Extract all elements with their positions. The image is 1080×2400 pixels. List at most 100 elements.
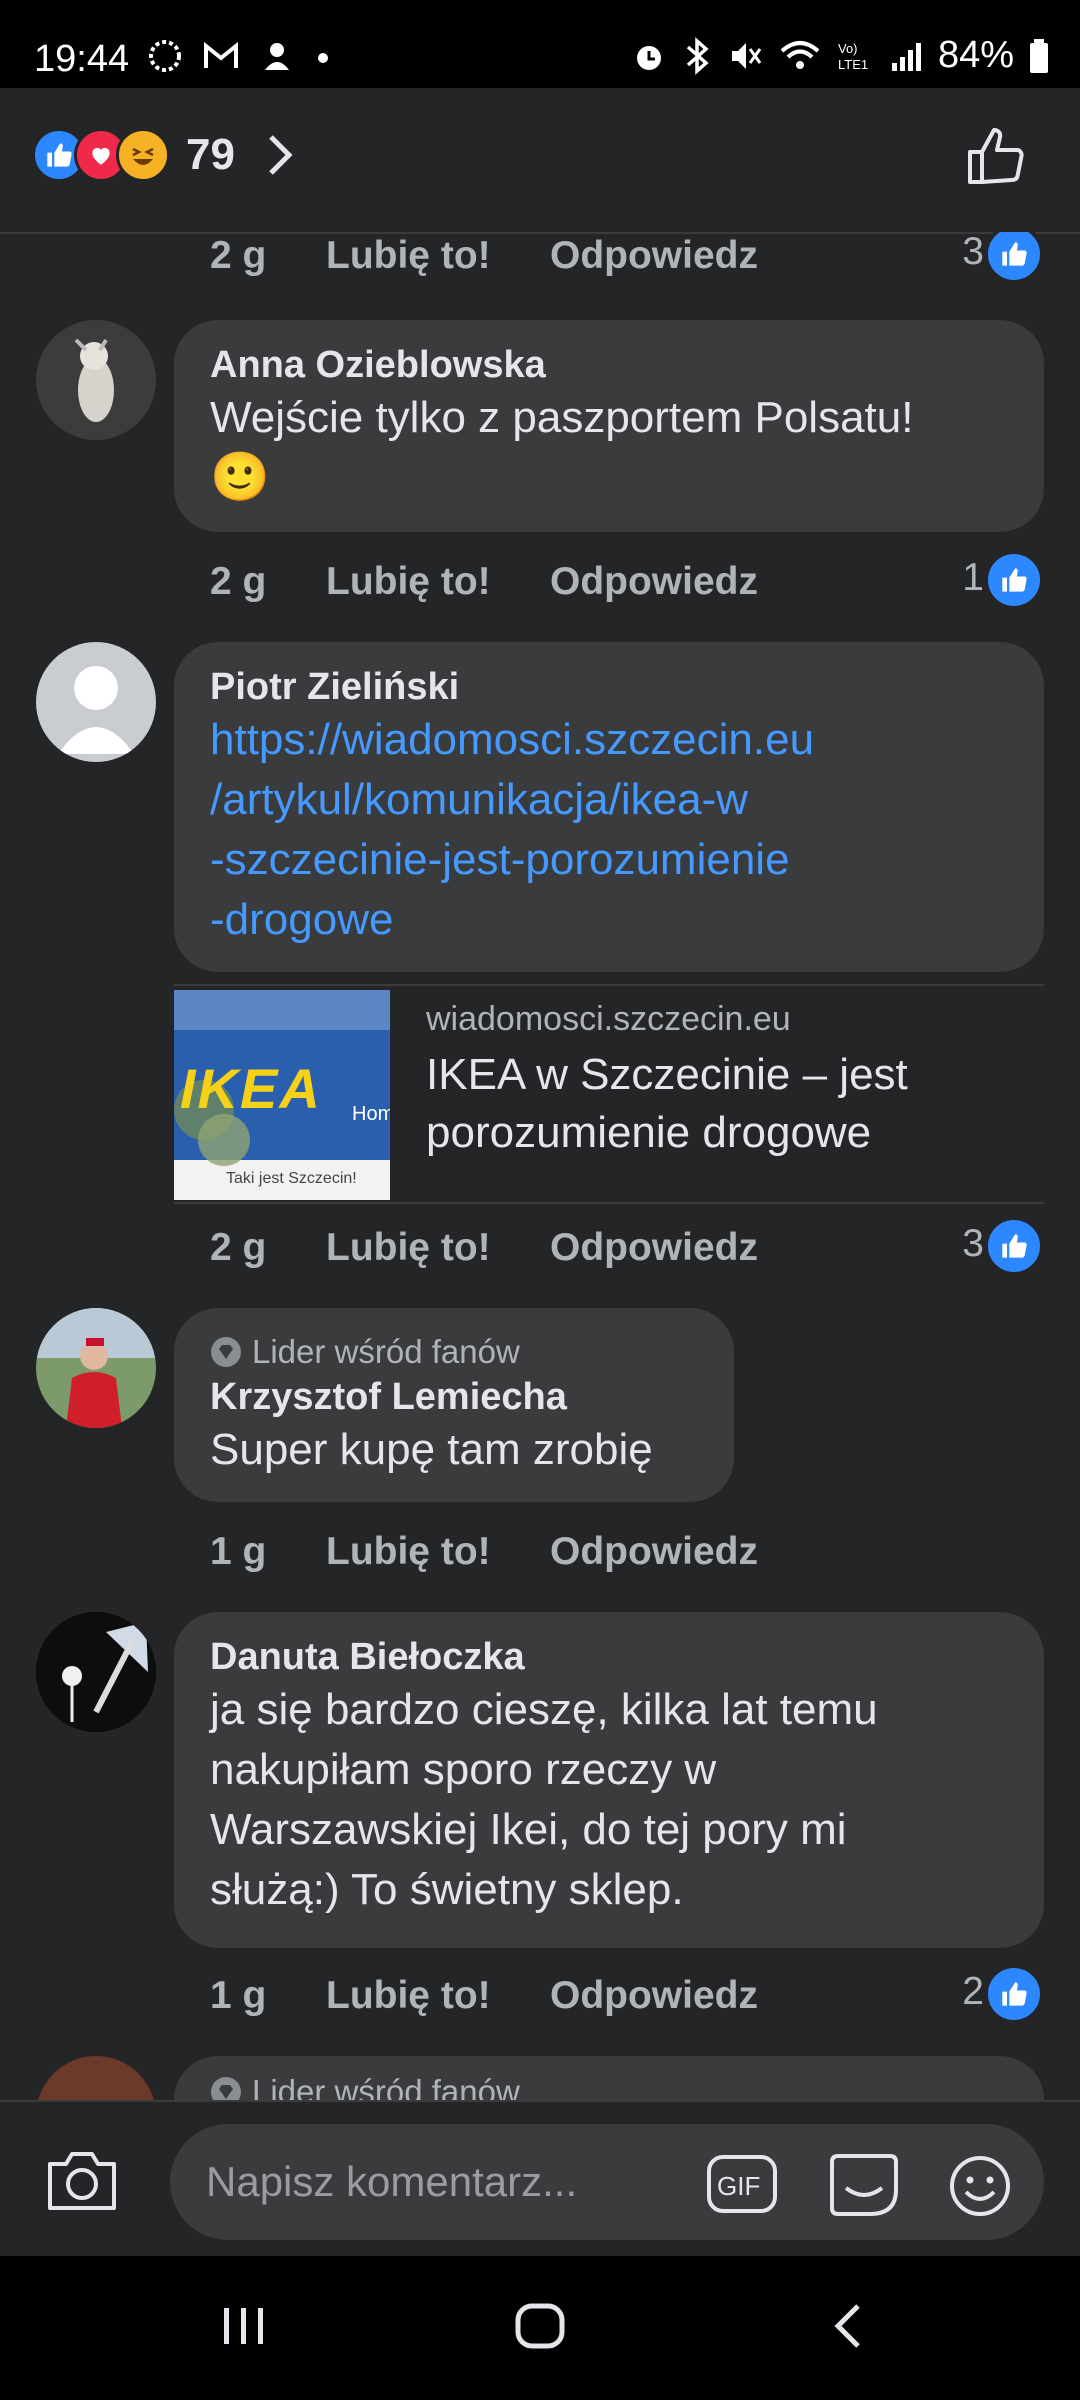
like-count: 1 bbox=[962, 556, 984, 599]
reactions-summary[interactable]: 79 bbox=[32, 128, 295, 182]
signal-icon bbox=[891, 42, 921, 71]
avatar[interactable] bbox=[36, 2056, 156, 2100]
haha-reaction-icon bbox=[116, 128, 170, 182]
top-fan-label: Lider wśród fanów bbox=[252, 1333, 520, 1370]
comments-list[interactable]: 2 g Lubię to! Odpowiedz 3 Anna Ozieblows… bbox=[0, 232, 1080, 2100]
mute-icon bbox=[731, 42, 762, 69]
battery-percent: 84% bbox=[937, 34, 1014, 76]
comment-author[interactable]: Anna Ozieblowska bbox=[210, 342, 1008, 388]
diamond-icon bbox=[211, 2077, 241, 2100]
app-notification-icon bbox=[265, 43, 289, 70]
comment-text: ja się bardzo cieszę, kilka lat temu nak… bbox=[210, 1680, 1008, 1920]
wifi-icon bbox=[780, 40, 820, 69]
comment-input[interactable]: Napisz komentarz... GIF bbox=[170, 2124, 1044, 2240]
link-preview-title[interactable]: IKEA w Szczecinie – jest porozumienie dr… bbox=[426, 1046, 1026, 1162]
like-badge-icon bbox=[984, 1216, 1044, 1276]
gif-icon[interactable]: GIF bbox=[706, 2154, 778, 2214]
comment-actions: 1 g Lubię to! Odpowiedz bbox=[210, 1522, 758, 1582]
top-fan-label: Lider wśród fanów bbox=[252, 2073, 520, 2100]
svg-text:Vo): Vo) bbox=[838, 41, 858, 56]
comment-author[interactable]: Krzysztof Lemiecha bbox=[210, 1374, 698, 1420]
comment-input-placeholder: Napisz komentarz... bbox=[206, 2158, 578, 2205]
link-line[interactable]: https://wiadomosci.szczecin.eu bbox=[210, 715, 814, 764]
comment-bubble: Danuta Biełoczka ja się bardzo cieszę, k… bbox=[174, 1612, 1044, 1948]
status-notification-icons bbox=[145, 36, 333, 76]
like-count: 2 bbox=[962, 1970, 984, 2013]
sticker-icon[interactable] bbox=[826, 2152, 902, 2218]
camera-icon[interactable] bbox=[44, 2148, 120, 2214]
chevron-right-icon bbox=[269, 135, 293, 175]
reactions-header: 79 bbox=[0, 88, 1080, 234]
link-line[interactable]: -drogowe bbox=[210, 895, 393, 944]
comment-text: Super kupę tam zrobię bbox=[210, 1425, 653, 1474]
comment-actions: 2 g Lubię to! Odpowiedz bbox=[210, 232, 758, 286]
comment-bubble: Anna Ozieblowska Wejście tylko z paszpor… bbox=[174, 320, 1044, 532]
comment-composer: Napisz komentarz... GIF bbox=[0, 2100, 1080, 2258]
lte-icon: Vo)LTE1 bbox=[838, 41, 868, 72]
link-preview-domain: wiadomosci.szczecin.eu bbox=[426, 1000, 791, 1038]
comment-time: 2 g bbox=[210, 1226, 267, 1269]
link-preview-thumbnail: Home IKEA Taki jest Szczecin! bbox=[174, 990, 390, 1200]
reply-link[interactable]: Odpowiedz bbox=[550, 1530, 758, 1574]
svg-text:LTE1: LTE1 bbox=[838, 57, 868, 72]
like-badge-icon bbox=[984, 232, 1044, 284]
like-icon[interactable] bbox=[964, 124, 1028, 188]
avatar[interactable] bbox=[36, 1612, 156, 1732]
alarm-icon bbox=[636, 45, 661, 70]
link-preview[interactable]: Home IKEA Taki jest Szczecin! wiadomosci… bbox=[174, 984, 1044, 1204]
top-fan-badge: Lider wśród fanów bbox=[210, 1330, 698, 1374]
like-badge-icon bbox=[984, 1964, 1044, 2024]
avatar[interactable] bbox=[36, 320, 156, 440]
comment-actions: 2 g Lubię to! Odpowiedz bbox=[210, 552, 758, 612]
like-link[interactable]: Lubię to! bbox=[326, 1530, 550, 1574]
comment-actions: 2 g Lubię to! Odpowiedz bbox=[210, 1218, 758, 1278]
dot-icon bbox=[318, 53, 328, 63]
comment-text-line: nakupiłam sporo rzeczy w bbox=[210, 1745, 717, 1794]
status-system-icons: Vo) LTE1 84% bbox=[630, 34, 1050, 77]
thumb-brand-text: IKEA bbox=[180, 1057, 322, 1120]
bluetooth-icon bbox=[686, 36, 709, 75]
comment-time: 1 g bbox=[210, 1974, 267, 2017]
comment-bubble: Piotr Zieliński https://wiadomosci.szcze… bbox=[174, 642, 1044, 972]
reply-link[interactable]: Odpowiedz bbox=[550, 234, 758, 278]
like-link[interactable]: Lubię to! bbox=[326, 234, 550, 278]
comment-bubble: Lider wśród fanów Krzysztof Lemiecha Sup… bbox=[174, 1308, 734, 1502]
emoji-icon[interactable] bbox=[948, 2154, 1012, 2218]
gmail-icon bbox=[204, 41, 238, 68]
comment-text-line: ja się bardzo cieszę, kilka lat temu bbox=[210, 1685, 878, 1734]
reply-link[interactable]: Odpowiedz bbox=[550, 560, 758, 604]
like-link[interactable]: Lubię to! bbox=[326, 1974, 550, 2018]
default-avatar-icon[interactable] bbox=[36, 642, 156, 762]
like-link[interactable]: Lubię to! bbox=[326, 560, 550, 604]
recent-apps-icon[interactable] bbox=[214, 2296, 274, 2356]
thumb-caption: Taki jest Szczecin! bbox=[226, 1170, 357, 1187]
comment-text: Wejście tylko z paszportem Polsatu! 🙂 bbox=[210, 388, 1008, 509]
smile-emoji-icon: 🙂 bbox=[210, 451, 270, 504]
comment-actions: 1 g Lubię to! Odpowiedz bbox=[210, 1966, 758, 2026]
comment-link[interactable]: https://wiadomosci.szczecin.eu /artykul/… bbox=[210, 710, 1008, 950]
like-link[interactable]: Lubię to! bbox=[326, 1226, 550, 1270]
link-line[interactable]: /artykul/komunikacja/ikea-w bbox=[210, 775, 748, 824]
comment-text-line: służą:) To świetny sklep. bbox=[210, 1865, 684, 1914]
comment-author[interactable]: Danuta Biełoczka bbox=[210, 1634, 1008, 1680]
link-line[interactable]: -szczecinie-jest-porozumienie bbox=[210, 835, 790, 884]
comment-time: 1 g bbox=[210, 1530, 267, 1573]
comment-text-content: Wejście tylko z paszportem Polsatu! bbox=[210, 393, 914, 442]
system-navigation-bar bbox=[0, 2256, 1080, 2400]
reaction-count: 79 bbox=[186, 130, 235, 179]
home-icon[interactable] bbox=[510, 2296, 570, 2356]
comment-bubble: Lider wśród fanów bbox=[174, 2056, 1044, 2100]
like-badge-icon bbox=[984, 550, 1044, 610]
sync-icon bbox=[149, 40, 181, 72]
back-icon[interactable] bbox=[820, 2296, 880, 2356]
svg-text:Home: Home bbox=[352, 1103, 390, 1125]
comment-author[interactable]: Piotr Zieliński bbox=[210, 664, 1008, 710]
comment-text-line: Warszawskiej Ikei, do tej pory mi bbox=[210, 1805, 847, 1854]
avatar[interactable] bbox=[36, 1308, 156, 1428]
status-bar: 19:44 Vo) LTE1 84% bbox=[0, 0, 1080, 88]
battery-icon bbox=[1030, 38, 1048, 73]
status-time: 19:44 bbox=[34, 38, 130, 80]
reply-link[interactable]: Odpowiedz bbox=[550, 1974, 758, 2018]
diamond-icon bbox=[211, 1337, 241, 1367]
reply-link[interactable]: Odpowiedz bbox=[550, 1226, 758, 1270]
